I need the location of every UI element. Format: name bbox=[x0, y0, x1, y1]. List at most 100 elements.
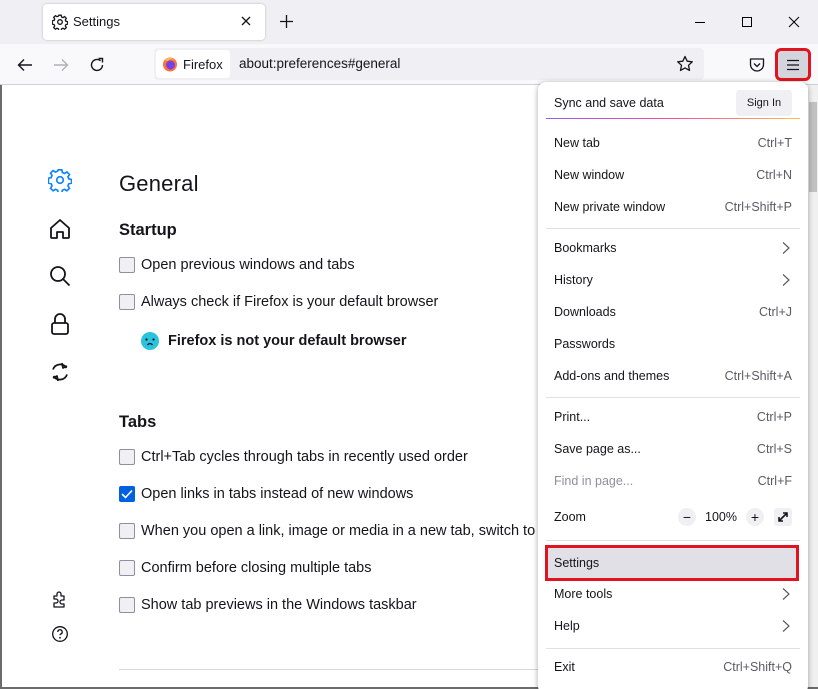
menu-separator bbox=[546, 648, 800, 649]
checkbox[interactable] bbox=[119, 523, 135, 539]
scrollbar-thumb[interactable] bbox=[809, 102, 817, 192]
tab-settings[interactable]: Settings bbox=[43, 4, 265, 40]
menu-item-find-in-page[interactable]: Find in page... Ctrl+F bbox=[546, 466, 800, 496]
close-tab-button[interactable] bbox=[235, 10, 257, 32]
checkbox[interactable] bbox=[119, 560, 135, 576]
plus-icon bbox=[279, 14, 293, 28]
maximize-button[interactable] bbox=[733, 8, 761, 36]
sync-icon bbox=[52, 362, 68, 382]
menu-item-zoom: Zoom − 100% + bbox=[546, 502, 800, 532]
menu-item-settings[interactable]: Settings bbox=[545, 545, 799, 581]
menu-separator bbox=[546, 540, 800, 541]
chevron-right-icon bbox=[782, 620, 790, 632]
checkbox-open-links-in-tabs[interactable]: Open links in tabs instead of new window… bbox=[119, 484, 413, 504]
checkmark-icon bbox=[121, 489, 133, 499]
close-icon bbox=[788, 16, 800, 28]
fullscreen-button[interactable] bbox=[774, 508, 792, 526]
menu-item-passwords[interactable]: Passwords bbox=[546, 329, 800, 359]
close-window-button[interactable] bbox=[780, 8, 808, 36]
shortcut: Ctrl+Shift+P bbox=[724, 200, 792, 214]
section-divider bbox=[119, 669, 539, 670]
maximize-icon bbox=[742, 17, 752, 27]
open-application-menu-button[interactable] bbox=[775, 48, 811, 81]
checkbox-default-browser-check[interactable]: Always check if Firefox is your default … bbox=[119, 292, 438, 312]
checkbox[interactable] bbox=[119, 257, 135, 273]
sign-in-button[interactable]: Sign In bbox=[736, 90, 792, 116]
checkbox-open-previous-windows[interactable]: Open previous windows and tabs bbox=[119, 255, 355, 275]
menu-item-new-tab[interactable]: New tab Ctrl+T bbox=[546, 128, 800, 158]
menu-item-print[interactable]: Print... Ctrl+P bbox=[546, 402, 800, 432]
page-title: General bbox=[119, 171, 199, 196]
back-button[interactable] bbox=[11, 51, 39, 79]
menu-item-addons-themes[interactable]: Add-ons and themes Ctrl+Shift+A bbox=[546, 361, 800, 391]
menu-item-new-private-window[interactable]: New private window Ctrl+Shift+P bbox=[546, 192, 800, 222]
url-text[interactable]: about:preferences#general bbox=[239, 56, 400, 71]
menu-item-exit[interactable]: Exit Ctrl+Shift+Q bbox=[546, 652, 800, 682]
minimize-icon bbox=[695, 22, 705, 23]
checkbox[interactable] bbox=[119, 449, 135, 465]
pocket-button[interactable] bbox=[746, 54, 768, 76]
checkbox-taskbar-previews[interactable]: Show tab previews in the Windows taskbar bbox=[119, 595, 417, 615]
tabs-heading: Tabs bbox=[119, 413, 157, 431]
zoom-out-button[interactable]: − bbox=[678, 508, 697, 526]
menu-item-help[interactable]: Help bbox=[546, 611, 800, 641]
minimize-button[interactable] bbox=[686, 8, 714, 36]
shortcut: Ctrl+J bbox=[759, 305, 792, 319]
sidebar-item-general[interactable] bbox=[47, 167, 73, 193]
sidebar-item-home[interactable] bbox=[47, 216, 73, 242]
checkbox-confirm-close-tabs[interactable]: Confirm before closing multiple tabs bbox=[119, 558, 372, 578]
search-icon bbox=[50, 266, 71, 287]
menu-item-new-window[interactable]: New window Ctrl+N bbox=[546, 160, 800, 190]
sidebar-item-support[interactable] bbox=[47, 621, 73, 647]
menu-separator bbox=[546, 228, 800, 229]
home-icon bbox=[50, 219, 70, 239]
menu-item-downloads[interactable]: Downloads Ctrl+J bbox=[546, 297, 800, 327]
identity-label: Firefox bbox=[183, 56, 223, 72]
menu-item-history[interactable]: History bbox=[546, 265, 800, 295]
forward-arrow-icon bbox=[54, 59, 69, 71]
shortcut: Ctrl+Shift+A bbox=[724, 369, 792, 383]
bookmark-star-button[interactable] bbox=[674, 53, 696, 75]
forward-button[interactable] bbox=[47, 51, 75, 79]
url-bar[interactable]: Firefox about:preferences#general bbox=[154, 48, 704, 80]
reload-icon bbox=[90, 57, 104, 72]
checkbox[interactable] bbox=[119, 597, 135, 613]
menu-item-more-tools[interactable]: More tools bbox=[546, 579, 800, 609]
menu-item-bookmarks[interactable]: Bookmarks bbox=[546, 233, 800, 263]
navigation-toolbar: Firefox about:preferences#general bbox=[0, 44, 818, 85]
hamburger-menu-icon bbox=[787, 59, 799, 70]
sad-face-icon bbox=[141, 332, 159, 350]
sidebar-item-extensions[interactable] bbox=[47, 586, 73, 612]
pocket-icon bbox=[749, 58, 765, 72]
zoom-in-button[interactable]: + bbox=[746, 508, 764, 526]
chevron-right-icon bbox=[782, 274, 790, 286]
identity-box[interactable]: Firefox bbox=[156, 50, 230, 78]
shortcut: Ctrl+N bbox=[756, 168, 792, 182]
checkbox-label: Confirm before closing multiple tabs bbox=[141, 560, 372, 576]
sync-gradient-divider bbox=[546, 118, 800, 119]
checkbox-label: Always check if Firefox is your default … bbox=[141, 294, 439, 310]
checkbox-label: Open previous windows and tabs bbox=[141, 257, 355, 273]
bookmark-star-icon bbox=[677, 55, 693, 72]
chevron-right-icon bbox=[782, 242, 790, 254]
shortcut: Ctrl+Shift+Q bbox=[723, 660, 792, 674]
zoom-reset-button[interactable]: 100% bbox=[705, 510, 737, 524]
sidebar-item-privacy[interactable] bbox=[47, 311, 73, 337]
reload-button[interactable] bbox=[83, 51, 111, 79]
puzzle-icon bbox=[53, 591, 65, 608]
default-browser-status-text: Firefox is not your default browser bbox=[168, 333, 407, 349]
checkbox-ctrl-tab-cycles[interactable]: Ctrl+Tab cycles through tabs in recently… bbox=[119, 447, 468, 467]
tab-title: Settings bbox=[73, 14, 120, 29]
gear-icon bbox=[51, 14, 69, 32]
chevron-right-icon bbox=[782, 588, 790, 600]
shortcut: Ctrl+P bbox=[756, 410, 792, 424]
shortcut: Ctrl+F bbox=[757, 474, 792, 488]
new-tab-button[interactable] bbox=[275, 10, 297, 32]
sidebar-item-sync[interactable] bbox=[47, 359, 73, 385]
sidebar-item-search[interactable] bbox=[47, 263, 73, 289]
gear-icon bbox=[48, 168, 72, 192]
help-icon bbox=[52, 626, 68, 642]
menu-item-save-page[interactable]: Save page as... Ctrl+S bbox=[546, 434, 800, 464]
checkbox-checked[interactable] bbox=[119, 486, 135, 502]
checkbox[interactable] bbox=[119, 294, 135, 310]
